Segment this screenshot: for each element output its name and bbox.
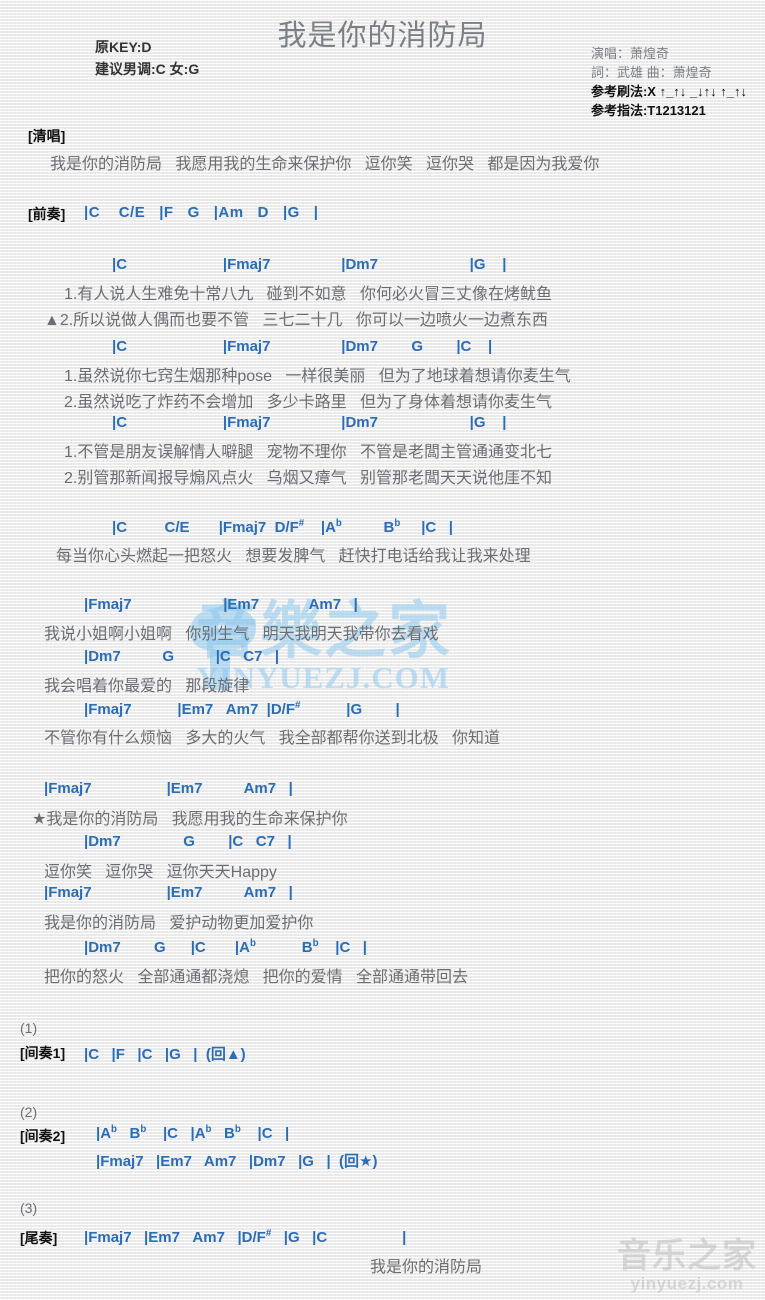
chords-verse2: |C |Fmaj7 |Dm7 G |C | [112,338,493,355]
section-tag-acappella: [清唱] [28,128,66,144]
lyric-chorus1: ★我是你的消防局 我愿用我的生命来保护你 [32,811,348,828]
key-info: 原KEY:D 建议男调:C 女:G [95,36,199,80]
label-number-1: (1) [20,1020,38,1036]
lyric-verse3-line2: 2.别管那新闻报导煽风点火 乌烟又瘴气 别管那老闆天天说他厓不知 [64,470,553,487]
fingering-pattern: 参考指法:T1213121 [590,103,706,118]
original-key: 原KEY:D [95,39,152,55]
lyric-chorus2: 逗你笑 逗你哭 逗你天天Happy [44,864,277,881]
lyric-bridge3: 不管你有什么烦恼 多大的火气 我全部都帮你送到北极 你知道 [44,730,501,747]
chords-prechorus: |C C/E |Fmaj7 D/F# |Ab Bb |C | [112,518,453,536]
strum-pattern: 参考刷法:X ↑_↑↓ _↓↑↓ ↑_↑↓ [590,84,747,99]
chords-verse3: |C |Fmaj7 |Dm7 |G | [112,414,507,431]
lyric-chorus4: 把你的怒火 全部通通都浇熄 把你的爱情 全部通通带回去 [44,969,469,986]
lyric-bridge2: 我会唱着你最爱的 那段旋律 [44,678,250,695]
label-number-2: (2) [20,1104,38,1120]
section-tag-interlude1: [间奏1] [20,1045,66,1061]
suggested-key: 建议男调:C 女:G [95,61,200,77]
lyric-verse1-line2: ▲2.所以说做人偶而也要不管 三七二十几 你可以一边喷火一边煮东西 [44,312,548,329]
chords-bridge1: |Fmaj7 |Em7 Am7 | [84,596,358,613]
chords-intro: |C C/E |F G |Am D |G | [84,204,319,221]
lyric-verse3-line1: 1.不管是朋友误解情人噼腿 宠物不理你 不管是老闆主管通通变北七 [64,444,553,461]
section-tag-interlude2: [间奏2] [20,1128,66,1144]
credits: 演唱：萧煌奇 詞：武雄 曲：萧煌奇 参考刷法:X ↑_↑↓ _↓↑↓ ↑_↑↓ … [591,44,747,120]
chords-bridge2: |Dm7 G |C C7 | [84,648,280,665]
singer-credit: 演唱：萧煌奇 [590,46,669,61]
lyric-verse1-line1: 1.有人说人生难免十常八九 碰到不如意 你何必火冒三丈像在烤鱿鱼 [64,286,553,303]
section-tag-outro: [尾奏] [20,1230,58,1246]
section-tag-intro: [前奏] [28,206,66,222]
chords-outro: |Fmaj7 |Em7 Am7 |D/F# |G |C | [84,1228,407,1246]
chords-interlude1: |C |F |C |G | (回▲) [84,1046,246,1063]
lyric-acappella: 我是你的消防局 我愿用我的生命来保护你 逗你笑 逗你哭 都是因为我爱你 [50,156,600,173]
lyric-prechorus: 每当你心头燃起一把怒火 想要发脾气 赶快打电话给我让我来处理 [56,548,531,565]
chords-chorus1: |Fmaj7 |Em7 Am7 | [44,780,293,797]
chords-verse1: |C |Fmaj7 |Dm7 |G | [112,256,507,273]
chords-bridge3: |Fmaj7 |Em7 Am7 |D/F# |G | [84,700,400,718]
writer-credit: 詞：武雄 曲：萧煌奇 [590,65,712,80]
chords-chorus4: |Dm7 G |C |Ab Bb |C | [84,938,367,956]
chords-interlude2-b: |Fmaj7 |Em7 Am7 |Dm7 |G | (回★) [96,1153,378,1170]
lyric-verse2-line1: 1.虽然说你七窍生烟那种pose 一样很美丽 但为了地球着想请你麦生气 [64,368,571,385]
lyric-bridge1: 我说小姐啊小姐啊 你别生气 明天我明天我带你去看戏 [44,626,439,643]
lyric-outro: 我是你的消防局 [370,1259,483,1276]
label-number-3: (3) [20,1200,38,1216]
chords-interlude2-a: |Ab Bb |C |Ab Bb |C | [96,1124,290,1142]
lyric-chorus3: 我是你的消防局 爱护动物更加爱护你 [44,915,314,932]
chords-chorus3: |Fmaj7 |Em7 Am7 | [44,884,293,901]
chord-sheet: 我是你的消防局 原KEY:D 建议男调:C 女:G 演唱：萧煌奇 詞：武雄 曲：… [0,0,765,1300]
chords-chorus2: |Dm7 G |C C7 | [84,833,292,850]
lyric-verse2-line2: 2.虽然说吃了炸药不会增加 多少卡路里 但为了身体着想请你麦生气 [64,394,553,411]
